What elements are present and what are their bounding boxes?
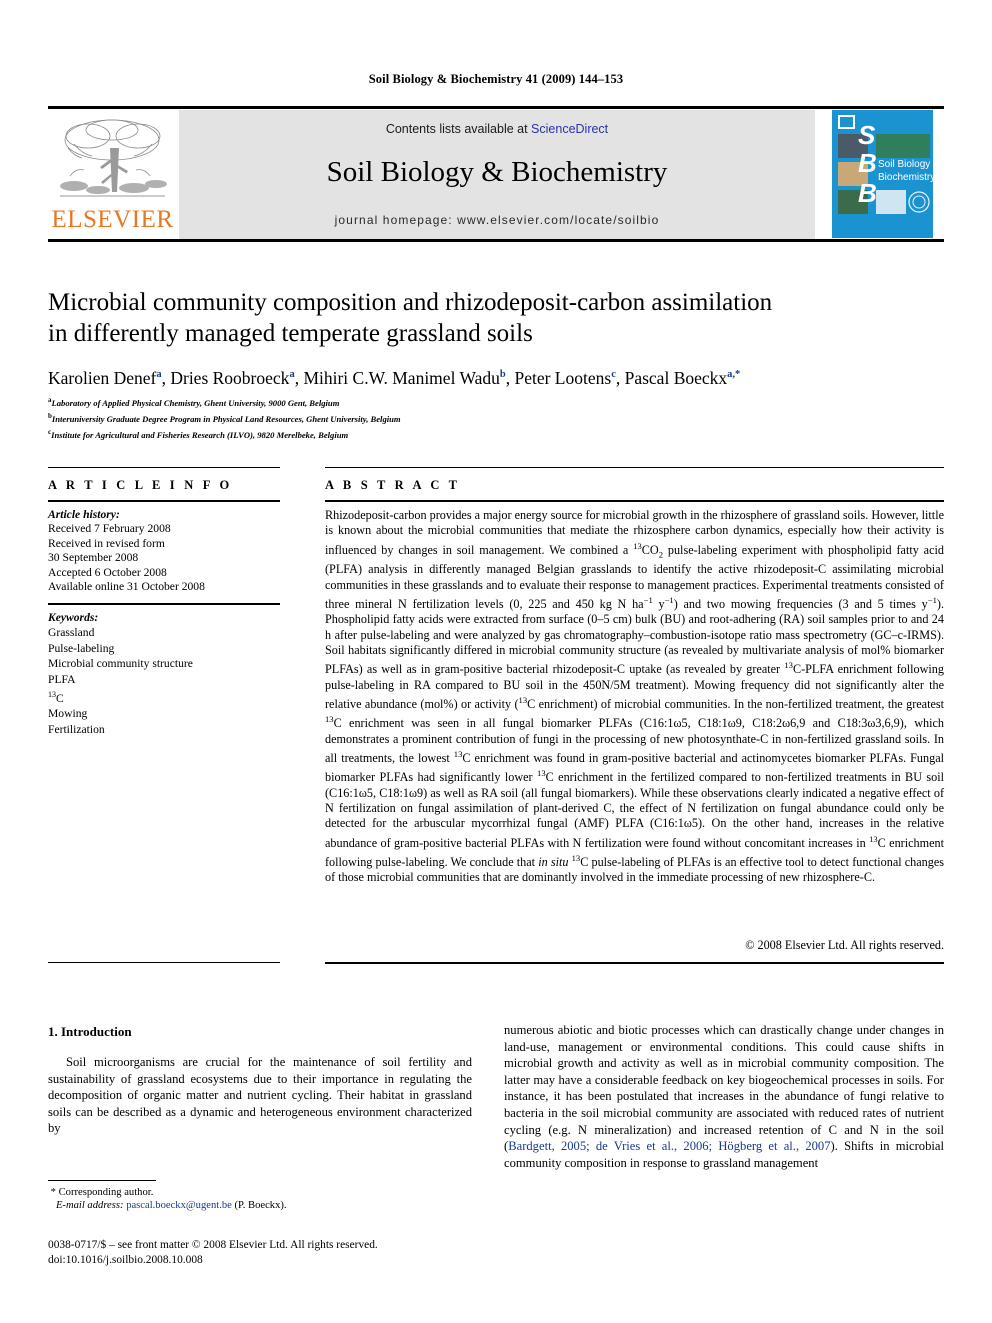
author-name[interactable]: Dries Roobroeck — [170, 368, 289, 388]
sciencedirect-link[interactable]: ScienceDirect — [531, 122, 608, 136]
article-history-item: Received in revised form — [48, 536, 165, 550]
masthead-bottom-rule — [48, 239, 944, 242]
keyword-item: PLFA — [48, 672, 76, 686]
contents-prefix: Contents lists available at — [385, 122, 532, 136]
author-affiliation-mark: c — [611, 369, 616, 380]
svg-text:Biochemistry: Biochemistry — [878, 172, 933, 183]
keyword-item-isotope: 13C — [48, 690, 64, 705]
masthead-top-rule — [48, 106, 944, 109]
article-info-middle-rule — [48, 603, 280, 605]
masthead-center-band: Contents lists available at ScienceDirec… — [179, 110, 815, 239]
author-name[interactable]: Karolien Denef — [48, 368, 156, 388]
article-info-label: A R T I C L E I N F O — [48, 478, 233, 492]
article-title: Microbial community composition and rhiz… — [48, 287, 928, 349]
intro-right-text-part1: numerous abiotic and biotic processes wh… — [504, 1023, 944, 1154]
elsevier-logo: ELSEVIER — [48, 110, 177, 239]
journal-title: Soil Biology & Biochemistry — [326, 156, 668, 188]
journal-homepage-link[interactable]: journal homepage: www.elsevier.com/locat… — [179, 213, 815, 227]
article-history-block: Article history: Received 7 February 200… — [48, 508, 288, 594]
journal-article-page: Soil Biology & Biochemistry 41 (2009) 14… — [0, 0, 992, 1323]
svg-text:S: S — [858, 120, 876, 150]
affiliation-list: aLaboratory of Applied Physical Chemistr… — [48, 394, 938, 442]
journal-cover-image: S B B Soil Biology & Biochemistry — [832, 110, 933, 238]
affiliation-item: aLaboratory of Applied Physical Chemistr… — [48, 394, 938, 410]
author-name[interactable]: Mihiri C.W. Manimel Wadu — [303, 368, 499, 388]
section-heading-introduction: 1. Introduction — [48, 1024, 132, 1039]
article-history-item: Accepted 6 October 2008 — [48, 565, 167, 579]
author-name[interactable]: Peter Lootens — [514, 368, 611, 388]
affiliation-text: Institute for Agricultural and Fisheries… — [51, 429, 349, 440]
cover-artwork-icon: S B B Soil Biology & Biochemistry — [832, 110, 933, 238]
footnote-rule — [48, 1180, 156, 1181]
keywords-heading: Keywords: — [48, 611, 99, 624]
article-info-heading-rule — [48, 500, 280, 502]
keyword-item: Fertilization — [48, 722, 105, 736]
article-info-top-rule — [48, 467, 280, 468]
affiliation-text: Interuniversity Graduate Degree Program … — [51, 413, 401, 424]
corresponding-author-note: * Corresponding author. — [48, 1186, 478, 1199]
author-affiliation-mark: a — [289, 369, 295, 380]
keyword-item: Mowing — [48, 707, 88, 721]
article-history-heading: Article history: — [48, 508, 120, 521]
keyword-item: Pulse-labeling — [48, 641, 115, 655]
elsevier-tree-icon — [60, 119, 167, 197]
keyword-item: Grassland — [48, 626, 95, 640]
keyword-item: Microbial community structure — [48, 657, 193, 671]
corresponding-marker: * — [50, 1187, 56, 1198]
journal-masthead: ELSEVIER Contents lists available at Sci… — [48, 106, 944, 242]
email-label: E-mail address: — [55, 1200, 124, 1212]
journal-cover-thumbnail[interactable]: S B B Soil Biology & Biochemistry — [820, 110, 944, 239]
article-info-bottom-rule — [48, 962, 280, 963]
issn-line: 0038-0717/$ – see front matter © 2008 El… — [48, 1239, 378, 1251]
article-title-line-2: in differently managed temperate grassla… — [48, 320, 533, 347]
imprint-block: 0038-0717/$ – see front matter © 2008 El… — [48, 1238, 488, 1267]
abstract-top-rule — [325, 467, 944, 468]
contents-available-line: Contents lists available at ScienceDirec… — [179, 122, 815, 136]
introduction-right-column: numerous abiotic and biotic processes wh… — [504, 1022, 944, 1171]
article-history-item: 30 September 2008 — [48, 551, 139, 565]
author-affiliation-mark: a — [156, 369, 162, 380]
doi-line[interactable]: doi:10.1016/j.soilbio.2008.10.008 — [48, 1253, 488, 1268]
keywords-block: Keywords: Grassland Pulse-labeling Micro… — [48, 610, 288, 737]
introduction-left-column: Soil microorganisms are crucial for the … — [48, 1055, 472, 1136]
email-note: E-mail address: pascal.boeckx@ugent.be (… — [48, 1199, 478, 1212]
article-title-line-1: Microbial community composition and rhiz… — [48, 289, 773, 316]
svg-text:B: B — [858, 148, 877, 178]
abstract-text: Rhizodeposit-carbon provides a major ene… — [325, 508, 945, 885]
article-history-item: Received 7 February 2008 — [48, 522, 171, 536]
footnote-block: * Corresponding author. E-mail address: … — [48, 1186, 478, 1213]
author-affiliation-mark: a,* — [727, 369, 741, 380]
email-link[interactable]: pascal.boeckx@ugent.be — [126, 1200, 232, 1211]
affiliation-item: bInteruniversity Graduate Degree Program… — [48, 410, 938, 426]
elsevier-wordmark: ELSEVIER — [51, 206, 174, 233]
article-history-item: Available online 31 October 2008 — [48, 580, 205, 594]
affiliation-item: cInstitute for Agricultural and Fisherie… — [48, 426, 938, 442]
running-head: Soil Biology & Biochemistry 41 (2009) 14… — [368, 72, 624, 86]
email-owner: (P. Boeckx). — [234, 1200, 287, 1212]
abstract-bottom-rule — [325, 962, 944, 964]
corresponding-label: Corresponding author. — [58, 1187, 154, 1198]
svg-text:B: B — [858, 178, 877, 208]
inline-citation[interactable]: Bardgett, 2005; de Vries et al., 2006; H… — [508, 1139, 830, 1153]
author-affiliation-mark: b — [499, 369, 506, 380]
abstract-copyright: © 2008 Elsevier Ltd. All rights reserved… — [745, 938, 944, 952]
abstract-heading-rule — [325, 500, 944, 502]
author-list: Karolien Denefa, Dries Roobroecka, Mihir… — [48, 367, 741, 388]
svg-text:Soil Biology &: Soil Biology & — [878, 159, 933, 170]
affiliation-text: Laboratory of Applied Physical Chemistry… — [51, 397, 340, 408]
author-name[interactable]: Pascal Boeckx — [625, 368, 728, 388]
abstract-label: A B S T R A C T — [325, 478, 461, 492]
